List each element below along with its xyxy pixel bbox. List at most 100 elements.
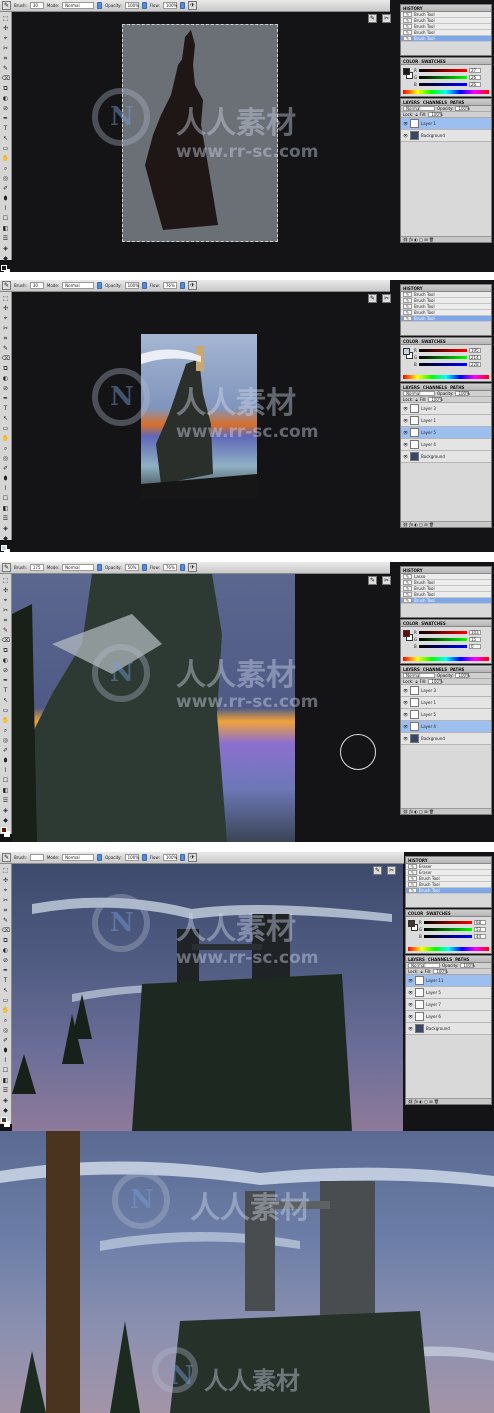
brush-tool-icon[interactable]: ✎ — [2, 281, 11, 290]
foreground-background-swatch[interactable] — [1, 1117, 10, 1127]
visibility-eye-icon[interactable]: 👁︎ — [403, 133, 408, 138]
lock-icon[interactable]: 🔒︎ — [415, 112, 417, 117]
blur-tool-icon[interactable]: ◎ — [2, 175, 10, 183]
history-tab-title[interactable]: HISTORY — [403, 6, 423, 11]
document-canvas[interactable] — [141, 334, 257, 499]
channel-slider[interactable] — [419, 76, 467, 79]
brush-tool-icon[interactable]: ✎ — [2, 65, 10, 73]
layer-row[interactable]: 👁︎ Layer 5 — [406, 987, 491, 999]
channel-value-field[interactable]: 26 — [469, 75, 481, 80]
screen-mode-tool-icon[interactable]: ☰ — [2, 515, 10, 523]
screen-mode-tool-icon[interactable]: ☰ — [2, 797, 10, 805]
visibility-eye-icon[interactable]: 👁︎ — [408, 1014, 413, 1019]
brush-preset-icon[interactable]: ✎ — [368, 294, 377, 303]
heal-tool-icon[interactable]: ✐ — [2, 1037, 10, 1045]
layers-tab-paths[interactable]: PATHS — [450, 385, 464, 390]
visibility-eye-icon[interactable]: 👁︎ — [403, 736, 408, 741]
eraser-tool-icon[interactable]: ⌫ — [2, 355, 10, 363]
brush-tool-icon[interactable]: ✎ — [2, 345, 10, 353]
dodge-tool-icon[interactable]: ◐ — [2, 95, 10, 103]
flow-dropdown-icon[interactable] — [179, 2, 185, 9]
history-brush-tool-icon[interactable]: ⊘ — [2, 957, 10, 965]
brush-tool-icon[interactable]: ✎ — [2, 1, 11, 10]
pen-tool-icon[interactable]: ✒ — [2, 967, 10, 975]
flow-dropdown-icon[interactable] — [179, 282, 185, 289]
color-slider-r[interactable]: R 103 — [414, 630, 481, 635]
layers-footer-buttons[interactable]: ⛓ ƒx ◐ ▢ ⊞ 🗑︎ — [401, 236, 491, 242]
type-tool-icon[interactable]: T — [2, 125, 10, 133]
history-step[interactable]: ✎ Brush Tool — [401, 316, 491, 322]
quick-mask-tool-icon[interactable]: ◧ — [2, 225, 10, 233]
history-brush-tool-icon[interactable]: ⊘ — [2, 385, 10, 393]
zoom-tool-icon[interactable]: ⌕ — [2, 727, 10, 735]
layers-tab-paths[interactable]: PATHS — [455, 957, 469, 962]
layers-tab-layers[interactable]: LAYERS — [408, 957, 425, 962]
history-tab-title[interactable]: HISTORY — [408, 858, 428, 863]
visibility-eye-icon[interactable]: 👁︎ — [403, 688, 408, 693]
clone-stamp-tool-icon[interactable]: ⧉ — [2, 647, 10, 655]
gradient-tool-icon[interactable]: ⬮ — [2, 757, 10, 765]
layer-opacity-field[interactable]: 100% — [460, 963, 475, 968]
path-select-tool-icon[interactable]: ↖ — [2, 987, 10, 995]
slice-tool-icon[interactable]: ⌗ — [2, 907, 10, 915]
blend-mode-select[interactable]: Normal — [408, 963, 440, 968]
dodge-tool-icon[interactable]: ◐ — [2, 657, 10, 665]
eraser-tool-icon[interactable]: ⌫ — [2, 927, 10, 935]
path-select-tool-icon[interactable]: ↖ — [2, 697, 10, 705]
brush-size-picker[interactable] — [29, 854, 44, 861]
mode-select[interactable]: Normal — [62, 2, 95, 9]
color-tab-color[interactable]: COLOR — [403, 621, 418, 626]
visibility-eye-icon[interactable]: 👁︎ — [403, 724, 408, 729]
screen-mode-tool-icon[interactable]: ☰ — [2, 235, 10, 243]
layer-row[interactable]: 👁︎ Layer 3 — [401, 685, 491, 697]
dodge-tool-icon[interactable]: ◐ — [2, 375, 10, 383]
layer-row[interactable]: 👁︎ Layer 1 — [401, 118, 491, 130]
layer-opacity-field[interactable]: 100% — [455, 673, 470, 678]
move-tool-icon[interactable]: ✣ — [2, 877, 10, 885]
hand-tool-icon[interactable]: ✋ — [2, 435, 10, 443]
lasso-tool-icon[interactable]: ⌖ — [2, 35, 10, 43]
crop-tool-icon[interactable]: ✂ — [2, 607, 10, 615]
smudge-tool-icon[interactable]: ⌇ — [2, 767, 10, 775]
notes-tool-icon[interactable]: ☐ — [2, 215, 10, 223]
zoom-tool-icon[interactable]: ⌕ — [2, 445, 10, 453]
visibility-eye-icon[interactable]: 👁︎ — [408, 978, 413, 983]
color-tab-color[interactable]: COLOR — [403, 59, 418, 64]
foreground-color-swatch[interactable] — [408, 920, 415, 927]
foreground-color-swatch[interactable] — [403, 348, 410, 355]
quick-mask-tool-icon[interactable]: ◧ — [2, 787, 10, 795]
layers-tab-layers[interactable]: LAYERS — [403, 100, 420, 105]
layers-tab-channels[interactable]: CHANNELS — [423, 667, 447, 672]
paint-bucket-tool-icon[interactable]: ◆ — [2, 817, 10, 825]
layer-opacity-field[interactable]: 100% — [455, 391, 470, 396]
mode-dropdown-icon[interactable] — [97, 282, 103, 289]
heal-tool-icon[interactable]: ✐ — [2, 747, 10, 755]
layer-row[interactable]: 👁︎ Background — [401, 733, 491, 745]
history-brush-tool-icon[interactable]: ⊘ — [2, 667, 10, 675]
blur-tool-icon[interactable]: ◎ — [2, 455, 10, 463]
layer-row[interactable]: 👁︎ Layer 11 — [406, 975, 491, 987]
channel-slider[interactable] — [419, 356, 467, 359]
hand-tool-icon[interactable]: ✋ — [2, 717, 10, 725]
gradient-tool-icon[interactable]: ⬮ — [2, 475, 10, 483]
shape-tool-icon[interactable]: ▭ — [2, 145, 10, 153]
opacity-field[interactable]: 100% — [124, 282, 139, 289]
color-tab-color[interactable]: COLOR — [403, 339, 418, 344]
layer-row[interactable]: 👁︎ Background — [401, 451, 491, 463]
channel-value-field[interactable]: 26 — [469, 82, 481, 87]
clone-stamp-tool-icon[interactable]: ⧉ — [2, 937, 10, 945]
opacity-dropdown-icon[interactable] — [141, 854, 147, 861]
layer-opacity-field[interactable]: 100% — [455, 106, 470, 111]
brush-tool-icon[interactable]: ✎ — [2, 917, 10, 925]
pen-tool-icon[interactable]: ✒ — [2, 395, 10, 403]
slice-tool-icon[interactable]: ⌗ — [2, 617, 10, 625]
visibility-eye-icon[interactable]: 👁︎ — [403, 454, 408, 459]
color-spectrum-ramp[interactable] — [408, 947, 489, 951]
layer-row[interactable]: 👁︎ Layer 4 — [401, 721, 491, 733]
type-tool-icon[interactable]: T — [2, 687, 10, 695]
type-tool-icon[interactable]: T — [2, 977, 10, 985]
marquee-tool-icon[interactable]: ⬚ — [2, 295, 10, 303]
blend-mode-select[interactable]: Normal — [403, 106, 435, 111]
color-slider-g[interactable]: G 53 — [419, 927, 486, 932]
eyedropper-tool-icon[interactable]: ◈ — [2, 245, 10, 253]
